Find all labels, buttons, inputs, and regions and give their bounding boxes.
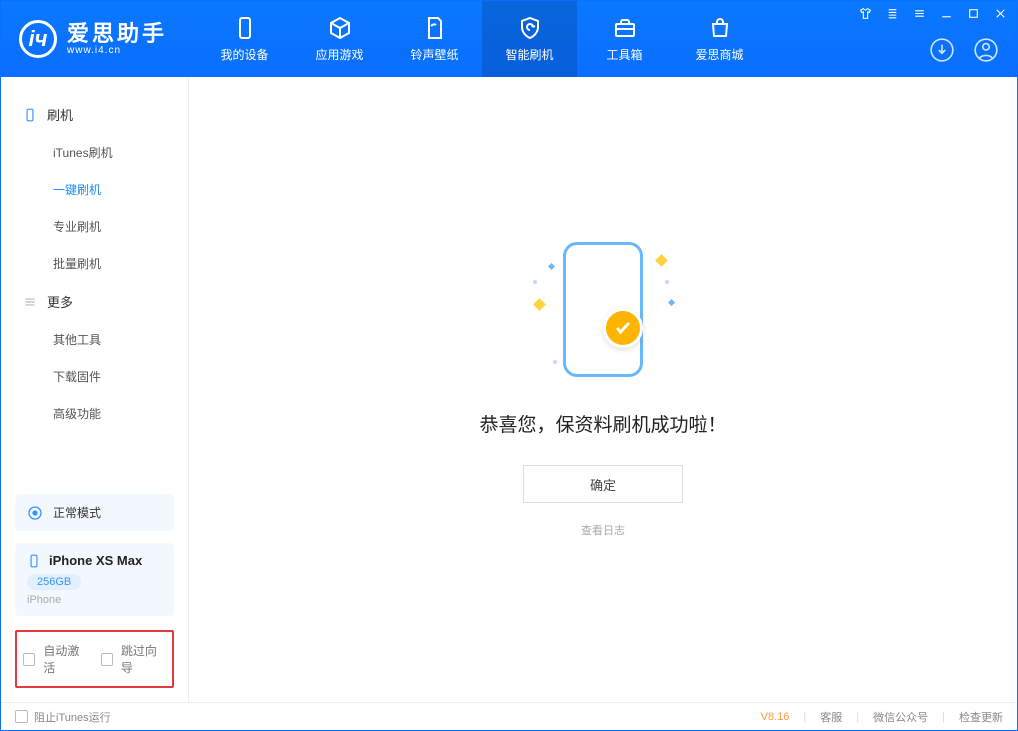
header-right [929,37,999,63]
checkbox-auto-activate[interactable] [23,653,35,666]
toolbox-icon [613,16,637,40]
window-controls [859,7,1007,20]
auto-activate-label: 自动激活 [43,642,88,676]
sidebar-section-more: 更多 [1,282,188,321]
download-icon[interactable] [929,37,955,63]
app-title: 爱思助手 [67,23,167,45]
device-capacity: 256GB [27,574,81,590]
nav-store[interactable]: 爱思商城 [672,1,767,77]
block-itunes-label: 阻止iTunes运行 [34,709,111,725]
mode-label: 正常模式 [53,504,101,521]
nav-label: 铃声壁纸 [411,46,459,63]
top-nav: 我的设备 应用游戏 铃声壁纸 智能刷机 工具箱 爱思商城 [197,1,767,77]
checkmark-badge [603,308,643,348]
checkbox-block-itunes[interactable] [15,710,28,723]
sidebar-item-oneclick-flash[interactable]: 一键刷机 [1,171,188,208]
list-icon [23,295,37,309]
nav-label: 我的设备 [221,46,269,63]
success-graphic [493,240,713,390]
nav-label: 工具箱 [607,46,643,63]
maximize-icon[interactable] [967,7,980,20]
sidebar-item-batch-flash[interactable]: 批量刷机 [1,245,188,282]
sidebar-item-itunes-flash[interactable]: iTunes刷机 [1,134,188,171]
nav-label: 智能刷机 [506,46,554,63]
mode-indicator[interactable]: 正常模式 [15,494,174,531]
footer-update-link[interactable]: 检查更新 [959,709,1003,725]
mode-icon [27,505,43,521]
list-icon[interactable] [913,7,926,20]
ok-button[interactable]: 确定 [523,465,683,503]
success-title: 恭喜您，保资料刷机成功啦！ [479,410,726,437]
close-icon[interactable] [994,7,1007,20]
nav-apps[interactable]: 应用游戏 [292,1,387,77]
nav-label: 爱思商城 [696,46,744,63]
nav-label: 应用游戏 [316,46,364,63]
app-header: iч 爱思助手 www.i4.cn 我的设备 应用游戏 铃声壁纸 智能刷机 工具… [1,1,1017,77]
shield-refresh-icon [518,16,542,40]
skip-guide-label: 跳过向导 [121,642,166,676]
user-icon[interactable] [973,37,999,63]
sidebar-item-download-firmware[interactable]: 下载固件 [1,358,188,395]
footer-service-link[interactable]: 客服 [820,709,842,725]
sidebar-item-other-tools[interactable]: 其他工具 [1,321,188,358]
version-label: V8.16 [761,711,790,723]
device-card[interactable]: iPhone XS Max 256GB iPhone [15,543,174,616]
device-os: iPhone [27,594,162,606]
device-icon [23,108,37,122]
section-label: 更多 [47,292,73,311]
cube-icon [328,16,352,40]
device-name-label: iPhone XS Max [49,553,142,568]
view-log-link[interactable]: 查看日志 [581,525,625,537]
status-bar: 阻止iTunes运行 V8.16 | 客服 | 微信公众号 | 检查更新 [1,702,1017,730]
logo-badge: iч [19,20,57,58]
footer-wechat-link[interactable]: 微信公众号 [873,709,928,725]
minimize-icon[interactable] [940,7,953,20]
options-row: 自动激活 跳过向导 [15,630,174,688]
shirt-icon[interactable] [859,7,872,20]
success-panel: 恭喜您，保资料刷机成功啦！ 确定 查看日志 [479,240,726,539]
nav-toolbox[interactable]: 工具箱 [577,1,672,77]
phone-icon [27,554,41,568]
sidebar-item-advanced[interactable]: 高级功能 [1,395,188,432]
section-label: 刷机 [47,105,73,124]
nav-my-device[interactable]: 我的设备 [197,1,292,77]
app-logo: iч 爱思助手 www.i4.cn [19,20,167,58]
menu-icon[interactable] [886,7,899,20]
bag-icon [708,16,732,40]
music-file-icon [423,16,447,40]
main-content: 恭喜您，保资料刷机成功啦！ 确定 查看日志 [189,77,1017,702]
app-subtitle: www.i4.cn [67,45,167,56]
nav-flash[interactable]: 智能刷机 [482,1,577,77]
checkbox-skip-guide[interactable] [101,653,113,666]
sidebar-section-flash: 刷机 [1,95,188,134]
nav-ringtones[interactable]: 铃声壁纸 [387,1,482,77]
sidebar-item-pro-flash[interactable]: 专业刷机 [1,208,188,245]
sidebar: 刷机 iTunes刷机 一键刷机 专业刷机 批量刷机 更多 其他工具 下载固件 … [1,77,189,702]
phone-icon [233,16,257,40]
